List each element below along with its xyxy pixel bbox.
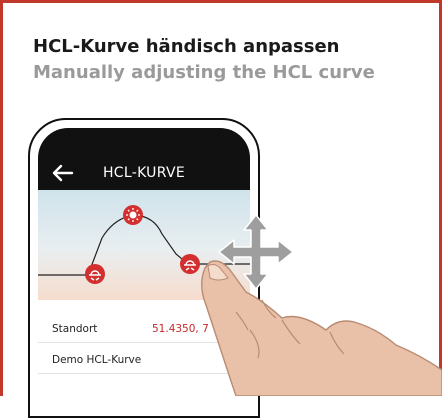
screen-title: HCL-KURVE [102, 165, 186, 181]
phone-mockup: HCL-KURVE Standort 51.4350, 7 Demo HCL-K… [28, 118, 260, 418]
list-item-curve[interactable]: Demo HCL-Kurve [38, 343, 250, 374]
hcl-curve-line [38, 214, 250, 276]
location-label: Standort [52, 323, 98, 335]
sun-icon[interactable] [123, 205, 143, 225]
page-title-german: HCL-Kurve händisch anpassen [33, 36, 340, 57]
app-header: HCL-KURVE [38, 128, 250, 190]
hcl-curve-editor[interactable] [38, 190, 250, 300]
list-item-location[interactable]: Standort 51.4350, 7 [38, 312, 250, 343]
page-title-english: Manually adjusting the HCL curve [33, 62, 375, 83]
curve-name-label: Demo HCL-Kurve [52, 354, 142, 366]
phone-screen: HCL-KURVE Standort 51.4350, 7 Demo HCL-K… [38, 128, 250, 416]
sunrise-icon[interactable] [85, 264, 105, 284]
location-value: 51.4350, 7 [152, 323, 209, 335]
sunset-icon[interactable] [180, 254, 200, 274]
